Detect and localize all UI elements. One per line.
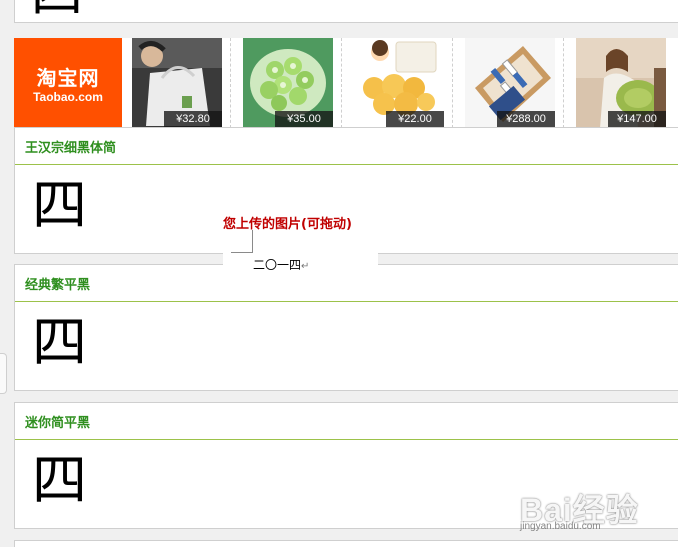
baidu-jingyan-watermark: Bai经验 jingyan.baidu.com — [520, 475, 670, 545]
uploaded-sample-text: 二〇一四 — [253, 258, 302, 272]
taobao-logo-en: Taobao.com — [33, 90, 103, 104]
font-preview-panel-top: 四 — [14, 0, 678, 23]
font-name-title[interactable]: 王汉宗细黑体简 — [25, 137, 116, 156]
taobao-logo-cn: 淘宝网 — [36, 66, 100, 90]
dashed-divider — [452, 38, 453, 128]
title-divider — [15, 439, 678, 440]
dashed-divider — [563, 38, 564, 128]
preview-glyph: 四 — [31, 0, 83, 20]
price-tag: ¥22.00 — [386, 111, 444, 128]
title-divider — [15, 301, 678, 302]
taobao-logo[interactable]: 淘宝网 Taobao.com — [14, 38, 122, 128]
side-scroll-tab[interactable] — [0, 353, 7, 394]
uploaded-image-draggable[interactable]: 您上传的图片(可拖动) 二〇一四↵ — [223, 207, 378, 276]
dashed-divider — [230, 38, 231, 128]
font-name-title[interactable]: 经典繁平黑 — [25, 274, 90, 293]
price-tag: ¥288.00 — [497, 111, 555, 128]
product-tile-cookies[interactable]: ¥22.00 — [354, 38, 444, 128]
uploaded-image-text: 二〇一四↵ — [253, 256, 309, 273]
product-tile-pillow[interactable]: ¥147.00 — [576, 38, 666, 128]
font-name-title[interactable]: 迷你简平黑 — [25, 412, 90, 431]
dashed-divider — [341, 38, 342, 128]
price-tag: ¥32.80 — [164, 111, 222, 128]
price-tag: ¥147.00 — [608, 111, 666, 128]
product-tile-gift-set[interactable]: ¥288.00 — [465, 38, 555, 128]
title-divider — [15, 164, 678, 165]
preview-glyph: 四 — [32, 448, 88, 512]
return-mark-icon: ↵ — [301, 261, 310, 272]
preview-glyph: 四 — [32, 310, 88, 374]
product-tile-bag[interactable]: ¥32.80 — [132, 38, 222, 128]
preview-glyph: 四 — [32, 173, 88, 237]
taobao-ad-strip: 淘宝网 Taobao.com ¥32.80 ¥35.00 ¥22.00 ¥288… — [14, 38, 678, 128]
font-preview-panel: 经典繁平黑 四 — [14, 264, 678, 391]
price-tag: ¥35.00 — [275, 111, 333, 128]
page-corner-mark — [231, 230, 253, 253]
product-tile-okra[interactable]: ¥35.00 — [243, 38, 333, 128]
watermark-url: jingyan.baidu.com — [520, 521, 601, 532]
